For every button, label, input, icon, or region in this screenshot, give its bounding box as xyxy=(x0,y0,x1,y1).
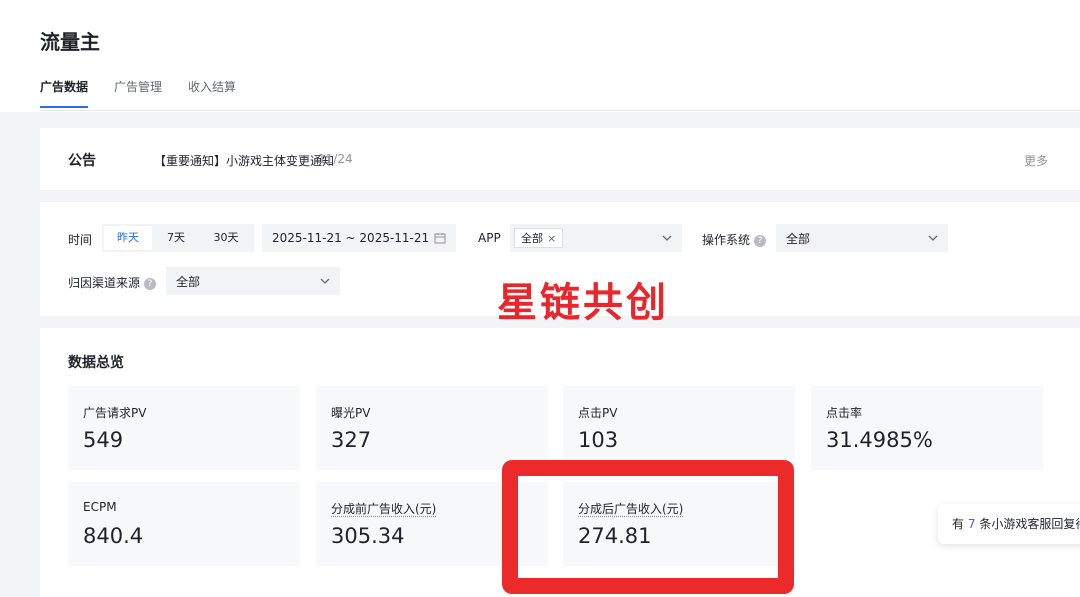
close-icon[interactable]: × xyxy=(547,232,556,245)
tab-revenue-settlement[interactable]: 收入结算 xyxy=(188,70,236,110)
metric-card-impressions: 曝光PV 327 xyxy=(316,386,548,470)
time-label: 时间 xyxy=(68,233,93,247)
notice-link[interactable]: 【重要通知】小游戏主体变更通知 xyxy=(154,152,334,169)
os-select-value: 全部 xyxy=(786,231,811,246)
app-selected-tag: 全部 × xyxy=(514,228,564,248)
tab-ad-management[interactable]: 广告管理 xyxy=(114,70,162,110)
tab-bar: 广告数据 广告管理 收入结算 xyxy=(40,70,262,110)
channel-select[interactable]: 全部 xyxy=(166,267,340,295)
time-option-yesterday[interactable]: 昨天 xyxy=(104,226,152,250)
time-option-7days[interactable]: 7天 xyxy=(152,226,200,250)
metric-label: 点击PV xyxy=(578,406,618,420)
help-icon[interactable]: ? xyxy=(144,277,157,290)
toast-count: 7 xyxy=(967,517,976,531)
time-option-30days[interactable]: 30天 xyxy=(200,226,252,250)
notice-date: 11/24 xyxy=(318,152,353,166)
metric-value: 305.34 xyxy=(331,524,405,548)
highlight-annotation-box xyxy=(502,460,794,594)
date-range-value: 2025-11-21 ~ 2025-11-21 xyxy=(272,231,430,245)
metric-value: 31.4985% xyxy=(826,428,933,452)
notice-more-link[interactable]: 更多 xyxy=(1024,152,1048,169)
date-range-picker[interactable]: 2025-11-21 ~ 2025-11-21 xyxy=(262,224,456,252)
chevron-down-icon xyxy=(928,235,938,241)
chevron-down-icon xyxy=(662,235,672,241)
metric-label: 曝光PV xyxy=(331,406,371,420)
header-divider xyxy=(40,110,1080,111)
metric-value: 103 xyxy=(578,428,619,452)
toast-prefix: 有 xyxy=(952,517,965,531)
page-title: 流量主 xyxy=(40,30,100,54)
os-select[interactable]: 全部 xyxy=(776,224,948,252)
metric-value: 549 xyxy=(83,428,124,452)
toast-suffix: 条小游戏客服回复待 xyxy=(979,517,1080,531)
app-select[interactable]: 全部 × xyxy=(510,224,682,252)
metric-label: 点击率 xyxy=(826,406,863,420)
metric-card-ecpm: ECPM 840.4 xyxy=(68,482,300,566)
notice-card: 公告 【重要通知】小游戏主体变更通知 11/24 更多 xyxy=(40,128,1080,190)
watermark-text: 星链共创 xyxy=(497,280,669,326)
app-label: APP xyxy=(478,231,501,245)
time-range-segmented: 昨天 7天 30天 xyxy=(102,224,254,252)
tab-ad-data[interactable]: 广告数据 xyxy=(40,70,89,110)
metric-card-ad-requests: 广告请求PV 549 xyxy=(68,386,300,470)
calendar-icon xyxy=(434,233,446,244)
metric-value: 327 xyxy=(331,428,372,452)
channel-label-text: 归因渠道来源 xyxy=(68,276,141,290)
metric-label: ECPM xyxy=(83,500,117,514)
channel-select-value: 全部 xyxy=(176,274,201,289)
metric-label: 分成前广告收入(元) xyxy=(331,502,437,516)
metric-value: 840.4 xyxy=(83,524,144,548)
page-header: 流量主 广告数据 广告管理 收入结算 xyxy=(0,0,1080,112)
metric-label: 广告请求PV xyxy=(83,406,147,420)
customer-service-toast[interactable]: 有 7 条小游戏客服回复待 xyxy=(938,504,1080,544)
help-icon[interactable]: ? xyxy=(754,234,767,247)
metric-card-ctr: 点击率 31.4985% xyxy=(811,386,1043,470)
metric-card-clicks: 点击PV 103 xyxy=(563,386,795,470)
os-label-text: 操作系统 xyxy=(702,233,751,247)
channel-label: 归因渠道来源? xyxy=(68,274,157,291)
chevron-down-icon xyxy=(320,278,330,284)
os-label: 操作系统? xyxy=(702,231,767,248)
app-tag-label: 全部 xyxy=(521,232,543,245)
overview-title: 数据总览 xyxy=(68,355,124,371)
notice-label: 公告 xyxy=(68,153,96,169)
